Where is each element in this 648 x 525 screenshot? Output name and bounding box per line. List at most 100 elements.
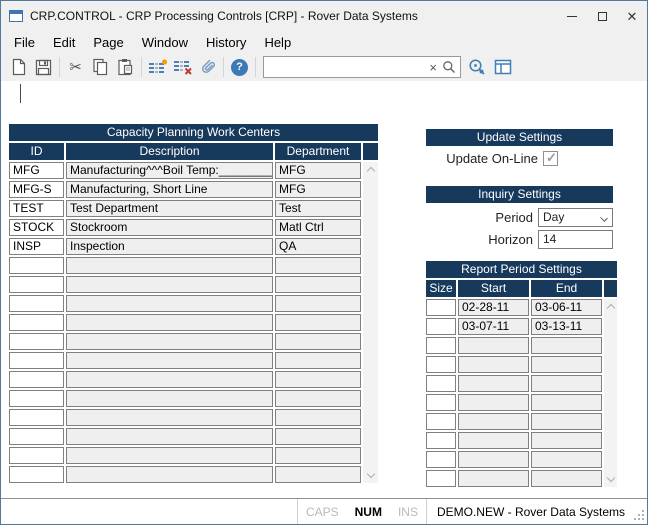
period-start-cell[interactable] <box>458 337 529 354</box>
work-center-department-cell[interactable] <box>275 409 361 426</box>
period-size-cell[interactable] <box>426 394 456 411</box>
work-center-description-cell[interactable] <box>66 333 273 350</box>
period-size-cell[interactable] <box>426 318 456 335</box>
work-center-description-cell[interactable] <box>66 276 273 293</box>
work-center-description-cell[interactable]: Manufacturing, Short Line <box>66 181 273 198</box>
work-center-department-cell[interactable] <box>275 447 361 464</box>
period-size-cell[interactable] <box>426 356 456 373</box>
work-center-id-cell[interactable] <box>9 314 64 331</box>
column-header-description[interactable]: Description <box>66 143 273 160</box>
save-button[interactable] <box>31 55 56 79</box>
work-center-id-cell[interactable] <box>9 352 64 369</box>
column-header-size[interactable]: Size <box>426 280 456 297</box>
work-center-department-cell[interactable] <box>275 371 361 388</box>
work-center-department-cell[interactable] <box>275 314 361 331</box>
work-center-id-cell[interactable] <box>9 371 64 388</box>
work-center-description-cell[interactable]: Stockroom <box>66 219 273 236</box>
resize-grip-icon[interactable] <box>633 509 645 521</box>
work-center-description-cell[interactable] <box>66 314 273 331</box>
horizon-input[interactable]: 14 <box>538 230 613 249</box>
work-center-id-cell[interactable] <box>9 466 64 483</box>
work-center-id-cell[interactable]: MFG <box>9 162 64 179</box>
period-size-cell[interactable] <box>426 375 456 392</box>
work-center-department-cell[interactable]: QA <box>275 238 361 255</box>
work-center-id-cell[interactable] <box>9 276 64 293</box>
delete-record-button[interactable] <box>170 55 195 79</box>
period-size-cell[interactable] <box>426 451 456 468</box>
scroll-down-icon[interactable] <box>606 474 614 482</box>
work-center-id-cell[interactable] <box>9 333 64 350</box>
period-start-cell[interactable] <box>458 356 529 373</box>
work-center-department-cell[interactable]: MFG <box>275 181 361 198</box>
period-start-cell[interactable]: 03-07-11 <box>458 318 529 335</box>
column-header-start[interactable]: Start <box>458 280 529 297</box>
scroll-up-icon[interactable] <box>366 167 374 175</box>
minimize-button[interactable] <box>557 1 587 31</box>
work-center-id-cell[interactable]: MFG-S <box>9 181 64 198</box>
help-button[interactable]: ? <box>227 55 252 79</box>
work-center-department-cell[interactable] <box>275 352 361 369</box>
menu-window[interactable]: Window <box>133 31 197 53</box>
period-start-cell[interactable] <box>458 413 529 430</box>
column-header-id[interactable]: ID <box>9 143 64 160</box>
update-online-checkbox[interactable] <box>543 151 558 166</box>
menu-help[interactable]: Help <box>255 31 300 53</box>
new-document-button[interactable] <box>6 55 31 79</box>
period-end-cell[interactable] <box>531 356 602 373</box>
period-select[interactable]: Day <box>538 208 613 227</box>
work-center-department-cell[interactable] <box>275 257 361 274</box>
title-bar[interactable]: CRP.CONTROL - CRP Processing Controls [C… <box>1 1 647 31</box>
period-end-cell[interactable] <box>531 470 602 487</box>
work-center-id-cell[interactable] <box>9 390 64 407</box>
work-center-id-cell[interactable] <box>9 428 64 445</box>
period-start-cell[interactable] <box>458 375 529 392</box>
period-end-cell[interactable] <box>531 394 602 411</box>
work-center-description-cell[interactable] <box>66 409 273 426</box>
work-center-department-cell[interactable] <box>275 466 361 483</box>
work-center-id-cell[interactable]: STOCK <box>9 219 64 236</box>
period-size-cell[interactable] <box>426 337 456 354</box>
work-center-department-cell[interactable]: Test <box>275 200 361 217</box>
work-center-department-cell[interactable] <box>275 276 361 293</box>
work-center-id-cell[interactable] <box>9 409 64 426</box>
work-center-department-cell[interactable]: Matl Ctrl <box>275 219 361 236</box>
work-center-id-cell[interactable]: TEST <box>9 200 64 217</box>
report-periods-scrollbar[interactable] <box>604 299 617 487</box>
work-center-department-cell[interactable]: MFG <box>275 162 361 179</box>
period-end-cell[interactable] <box>531 413 602 430</box>
zoom-view-button[interactable] <box>465 55 490 79</box>
period-end-cell[interactable] <box>531 432 602 449</box>
period-size-cell[interactable] <box>426 432 456 449</box>
work-center-id-cell[interactable] <box>9 295 64 312</box>
work-center-description-cell[interactable] <box>66 428 273 445</box>
attach-button[interactable] <box>195 55 220 79</box>
work-center-description-cell[interactable]: Inspection <box>66 238 273 255</box>
work-center-description-cell[interactable]: Manufacturing^^^Boil Temp:________ <box>66 162 273 179</box>
window-layout-button[interactable] <box>490 55 515 79</box>
work-centers-scrollbar[interactable] <box>363 162 378 483</box>
work-center-department-cell[interactable] <box>275 428 361 445</box>
clear-search-icon[interactable]: × <box>424 60 442 75</box>
work-center-id-cell[interactable] <box>9 447 64 464</box>
menu-page[interactable]: Page <box>84 31 132 53</box>
work-center-description-cell[interactable] <box>66 371 273 388</box>
work-center-description-cell[interactable] <box>66 390 273 407</box>
menu-file[interactable]: File <box>5 31 44 53</box>
column-header-end[interactable]: End <box>531 280 602 297</box>
work-center-description-cell[interactable] <box>66 257 273 274</box>
period-start-cell[interactable] <box>458 432 529 449</box>
insert-record-button[interactable] <box>145 55 170 79</box>
period-end-cell[interactable] <box>531 337 602 354</box>
menu-edit[interactable]: Edit <box>44 31 84 53</box>
period-start-cell[interactable] <box>458 470 529 487</box>
work-center-description-cell[interactable] <box>66 466 273 483</box>
work-center-id-cell[interactable]: INSP <box>9 238 64 255</box>
search-input[interactable] <box>268 58 424 76</box>
period-end-cell[interactable] <box>531 451 602 468</box>
cut-button[interactable]: ✂ <box>63 55 88 79</box>
search-icon[interactable] <box>442 60 456 74</box>
period-start-cell[interactable]: 02-28-11 <box>458 299 529 316</box>
work-center-description-cell[interactable] <box>66 447 273 464</box>
copy-button[interactable] <box>88 55 113 79</box>
period-end-cell[interactable] <box>531 375 602 392</box>
